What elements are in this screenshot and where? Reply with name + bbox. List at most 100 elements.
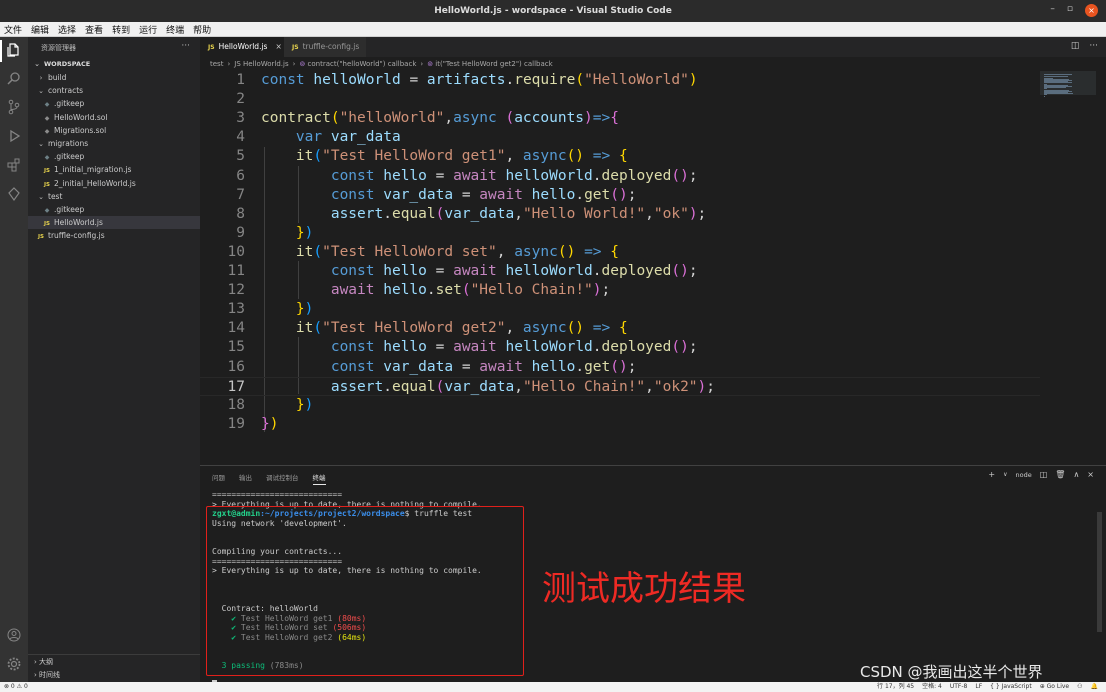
breadcrumb-item[interactable]: test [210,60,223,68]
menu-view[interactable]: 查看 [85,23,103,36]
maximize-button[interactable]: ▫ [1067,4,1073,17]
code-text: }) [295,301,314,318]
settings-gear-icon[interactable] [5,656,23,674]
code-text: const var_data = await hello.get(); [330,186,637,203]
tab-output[interactable]: 输出 [239,472,252,485]
go-live-button[interactable]: ⊕ Go Live [1040,682,1069,692]
minimize-button[interactable]: – [1050,4,1055,17]
code-line[interactable]: 1 const helloWorld = artifacts.require("H… [200,71,1040,90]
tree-file[interactable]: ◆ .gitkeep [28,97,200,110]
tree-file[interactable]: ◆ .gitkeep [28,203,200,216]
code-line[interactable]: 18 }) [200,396,1040,415]
menu-edit[interactable]: 编辑 [31,23,49,36]
encoding-status[interactable]: UTF-8 [950,682,968,692]
code-line[interactable]: 15 const hello = await helloWorld.deploy… [200,338,1040,357]
tab-truffle-config-js[interactable]: JS truffle-config.js [284,37,366,57]
close-panel-icon[interactable]: × [1087,470,1094,479]
tree-file[interactable]: JS 2_initial_HelloWorld.js [28,177,200,190]
code-line[interactable]: 4 var var_data [200,128,1040,147]
code-line[interactable]: 10 it("Test HelloWord set", async() => { [200,243,1040,262]
close-tab-icon[interactable]: × [275,42,281,51]
editor-scrollbar[interactable] [1097,71,1106,461]
chevron-right-icon: › [292,60,296,68]
feedback-icon[interactable]: ⚇ [1077,682,1082,692]
tree-file[interactable]: ◆ Migrations.sol [28,124,200,137]
code-line[interactable]: 9 }) [200,224,1040,243]
extensions-icon[interactable] [5,157,23,175]
problems-status[interactable]: ⊗ 0 ⚠ 0 [4,682,28,692]
code-line[interactable]: 6 const hello = await helloWorld.deploye… [200,167,1040,186]
menu-terminal[interactable]: 终端 [166,23,184,36]
run-debug-icon[interactable] [5,128,23,146]
code-line[interactable]: 7 const var_data = await hello.get(); [200,186,1040,205]
tree-folder[interactable]: › build [28,71,200,84]
tree-item-label: 1_initial_migration.js [54,165,132,175]
outline-header[interactable]: › 大纲 [34,657,53,667]
code-text: var var_data [295,129,401,146]
indentation-status[interactable]: 空格: 4 [922,682,942,692]
code-line[interactable]: 13 }) [200,300,1040,319]
tree-file[interactable]: JS truffle-config.js [28,229,200,242]
maximize-panel-icon[interactable]: ∧ [1073,470,1079,479]
workspace-header[interactable]: ⌄ WORDSPACE [32,60,90,68]
status-bar: ⊗ 0 ⚠ 0 行 17，列 45 空格: 4 UTF-8 LF { } Jav… [0,682,1106,692]
minimap[interactable] [1040,71,1096,461]
source-control-icon[interactable] [5,99,23,117]
notifications-bell-icon[interactable]: 🔔 [1091,682,1098,692]
menu-selection[interactable]: 选择 [58,23,76,36]
terminal-scrollbar[interactable] [1097,512,1102,632]
minimap-line [1044,93,1073,95]
line-number: 14 [227,320,245,337]
code-text: const hello = await helloWorld.deployed(… [330,263,698,279]
tree-folder[interactable]: ⌄ contracts [28,84,200,97]
breadcrumb-item[interactable]: contract("helloWorld") callback [308,60,417,68]
code-line[interactable]: 19}) [200,415,1040,434]
new-terminal-icon[interactable]: + [988,470,995,479]
code-line[interactable]: 12 await hello.set("Hello Chain!"); [200,281,1040,300]
tree-folder[interactable]: ⌄ test [28,190,200,203]
more-actions-icon[interactable]: ··· [181,41,190,51]
tree-file[interactable]: ◆ .gitkeep [28,150,200,163]
split-editor-icon[interactable]: ◫ [1071,41,1080,51]
tree-file[interactable]: JS HelloWorld.js [28,216,200,230]
tab-terminal[interactable]: 终端 [312,472,326,485]
tree-file[interactable]: ◆ HelloWorld.sol [28,111,200,124]
title-bar: HelloWorld.js - wordspace - Visual Studi… [0,0,1106,22]
menu-file[interactable]: 文件 [4,23,22,36]
code-line[interactable]: 3 contract("helloWorld",async (accounts)=… [200,109,1040,128]
tab-helloworld-js[interactable]: JS HelloWorld.js × [200,37,284,57]
tree-file[interactable]: JS 1_initial_migration.js [28,163,200,176]
more-actions-icon[interactable]: ··· [1089,41,1098,51]
code-line[interactable]: 5 it("Test HelloWord get1", async() => { [200,147,1040,166]
tree-folder[interactable]: ⌄ migrations [28,137,200,150]
search-icon[interactable] [5,70,23,88]
menu-go[interactable]: 转到 [112,23,130,36]
trash-icon[interactable]: 🗑 [1055,470,1065,479]
menu-run[interactable]: 运行 [139,23,157,36]
account-icon[interactable] [5,627,23,645]
split-terminal-icon[interactable]: ◫ [1040,470,1048,479]
eol-status[interactable]: LF [975,682,982,692]
cursor-position[interactable]: 行 17，列 45 [877,682,914,692]
code-line[interactable]: 14 it("Test HelloWord get2", async() => … [200,319,1040,338]
terminal-shell-label[interactable]: node [1015,471,1031,479]
testing-icon[interactable] [5,186,23,204]
code-line[interactable]: 16 const var_data = await hello.get(); [200,358,1040,377]
breadcrumb-item[interactable]: it("Test HelloWord get2") callback [435,60,552,68]
code-line[interactable]: 2 [200,90,1040,109]
menu-help[interactable]: 帮助 [193,23,211,36]
breadcrumb-item[interactable]: JS HelloWorld.js [234,60,288,68]
code-line[interactable]: 11 const hello = await helloWorld.deploy… [200,262,1040,281]
tab-debug-console[interactable]: 调试控制台 [266,472,299,485]
language-mode[interactable]: { } JavaScript [990,682,1032,692]
tab-problems[interactable]: 问题 [212,472,225,485]
panel-tabs: 问题 输出 调试控制台 终端 [212,472,326,485]
chevron-down-icon[interactable]: ∨ [1003,471,1007,478]
code-editor[interactable]: 1 const helloWorld = artifacts.require("H… [200,71,1040,461]
code-line[interactable]: 17 assert.equal(var_data,"Hello Chain!",… [200,376,1040,396]
explorer-icon[interactable] [5,42,23,60]
line-number: 7 [236,186,245,203]
code-line[interactable]: 8 assert.equal(var_data,"Hello World!","… [200,205,1040,224]
close-window-button[interactable]: × [1085,4,1098,17]
timeline-header[interactable]: › 时间线 [34,670,60,680]
